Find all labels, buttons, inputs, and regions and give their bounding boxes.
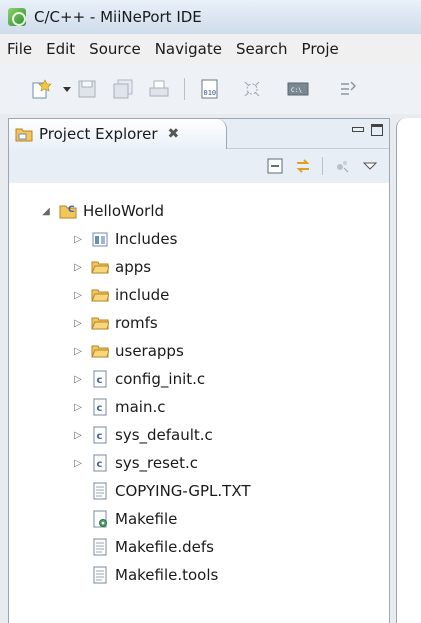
menu-bar: File Edit Source Navigate Search Proje [0,34,421,64]
project-explorer-icon [15,126,33,142]
tree-item[interactable]: ▷ Includes [9,225,389,253]
c-file-icon: c [91,398,109,416]
c-file-icon: c [91,426,109,444]
project-explorer-view: Project Explorer ✖ ◢ C HelloWorld ▷ Incl… [8,118,390,623]
text-file-icon [91,538,109,556]
save-all-icon[interactable] [112,78,134,100]
tree-item-label: Makefile.defs [115,538,214,556]
tree-item[interactable]: ▷ apps [9,253,389,281]
svg-text:C: C [68,205,75,215]
menu-navigate[interactable]: Navigate [148,40,229,58]
save-icon[interactable] [76,78,98,100]
tree-item[interactable]: ▷ c sys_default.c [9,421,389,449]
menu-source[interactable]: Source [82,40,148,58]
svg-text:010: 010 [204,89,217,97]
tree-item[interactable]: COPYING-GPL.TXT [9,477,389,505]
menu-search[interactable]: Search [229,40,295,58]
view-toolbar-separator [322,157,323,175]
terminal-icon[interactable]: C:\ [287,78,309,100]
tab-label: Project Explorer [39,125,158,143]
menu-project[interactable]: Proje [295,40,346,58]
tree-item[interactable]: ▷ c config_init.c [9,365,389,393]
main-toolbar: 010 C:\ [0,64,421,114]
toolbar-separator [184,78,185,100]
project-tree: ◢ C HelloWorld ▷ Includes ▷ apps ▷ include ▷ romfs… [9,183,389,623]
tree-item[interactable]: Makefile [9,505,389,533]
menu-edit[interactable]: Edit [39,40,82,58]
tab-project-explorer[interactable]: Project Explorer ✖ [9,119,227,149]
tree-item[interactable]: ▷ c main.c [9,393,389,421]
tree-item-label: sys_default.c [115,426,213,444]
svg-text:c: c [97,403,103,414]
collapsed-twisty-icon[interactable]: ▷ [71,318,85,329]
tree-item-label: main.c [115,398,166,416]
tree-item-label: config_init.c [115,370,206,388]
makefile-icon [91,510,109,528]
ide-app-icon [8,8,26,26]
tree-item[interactable]: ▷ userapps [9,337,389,365]
view-window-controls [351,124,383,136]
collapsed-twisty-icon[interactable]: ▷ [71,458,85,469]
collapsed-twisty-icon[interactable]: ▷ [71,402,85,413]
title-bar: C/C++ - MiiNePort IDE [0,0,421,34]
tree-item-label: sys_reset.c [115,454,199,472]
collapsed-twisty-icon[interactable]: ▷ [71,290,85,301]
expanded-twisty-icon[interactable]: ◢ [39,206,53,217]
binary-icon[interactable]: 010 [199,78,221,100]
tree-item-label: HelloWorld [83,202,165,220]
new-wizard-icon[interactable] [30,78,52,100]
svg-text:c: c [97,431,103,442]
minimize-icon[interactable] [351,124,364,136]
tree-item[interactable]: ▷ c sys_reset.c [9,449,389,477]
left-view-area: Project Explorer ✖ ◢ C HelloWorld ▷ Incl… [0,114,421,623]
tree-item-label: Makefile.tools [115,566,219,584]
svg-text:C:\: C:\ [291,87,302,94]
collapsed-twisty-icon[interactable]: ▷ [71,430,85,441]
window-title: C/C++ - MiiNePort IDE [34,8,202,26]
tree-item-label: userapps [115,342,184,360]
includes-icon [91,230,109,248]
text-file-icon [91,566,109,584]
tree-item-label: romfs [115,314,158,332]
maximize-icon[interactable] [371,124,383,136]
print-icon[interactable] [148,78,170,100]
editor-area-edge [396,118,421,623]
close-icon[interactable]: ✖ [168,126,180,142]
tree-item-label: Includes [115,230,178,248]
collapse-all-icon[interactable] [266,157,284,175]
folder-icon [91,314,109,332]
folder-icon [91,286,109,304]
collapsed-twisty-icon[interactable]: ▷ [71,262,85,273]
tree-item[interactable]: Makefile.defs [9,533,389,561]
menu-file[interactable]: File [0,40,39,58]
c-project-icon: C [59,202,77,220]
tree-item[interactable]: ▷ romfs [9,309,389,337]
folder-icon [91,342,109,360]
tree-item[interactable]: ▷ include [9,281,389,309]
build-icon[interactable] [337,78,359,100]
dropdown-arrow-icon[interactable] [56,78,71,100]
text-file-icon [91,482,109,500]
c-file-icon: c [91,370,109,388]
view-menu-icon[interactable] [361,157,379,175]
collapsed-twisty-icon[interactable]: ▷ [71,234,85,245]
link-with-editor-icon[interactable] [294,157,312,175]
collapsed-twisty-icon[interactable]: ▷ [71,374,85,385]
folder-icon [91,258,109,276]
tree-item[interactable]: Makefile.tools [9,561,389,589]
tree-item-label: COPYING-GPL.TXT [115,482,251,500]
svg-text:c: c [97,375,103,386]
tree-item[interactable]: ◢ C HelloWorld [9,197,389,225]
view-toolbar [9,149,389,183]
tree-item-label: Makefile [115,510,178,528]
svg-text:c: c [97,459,103,470]
tree-item-label: apps [115,258,152,276]
c-file-icon: c [91,454,109,472]
filter-icon[interactable] [333,157,351,175]
tree-item-label: include [115,286,170,304]
debug-icon[interactable] [241,78,263,100]
view-header: Project Explorer ✖ [9,119,389,149]
collapsed-twisty-icon[interactable]: ▷ [71,346,85,357]
